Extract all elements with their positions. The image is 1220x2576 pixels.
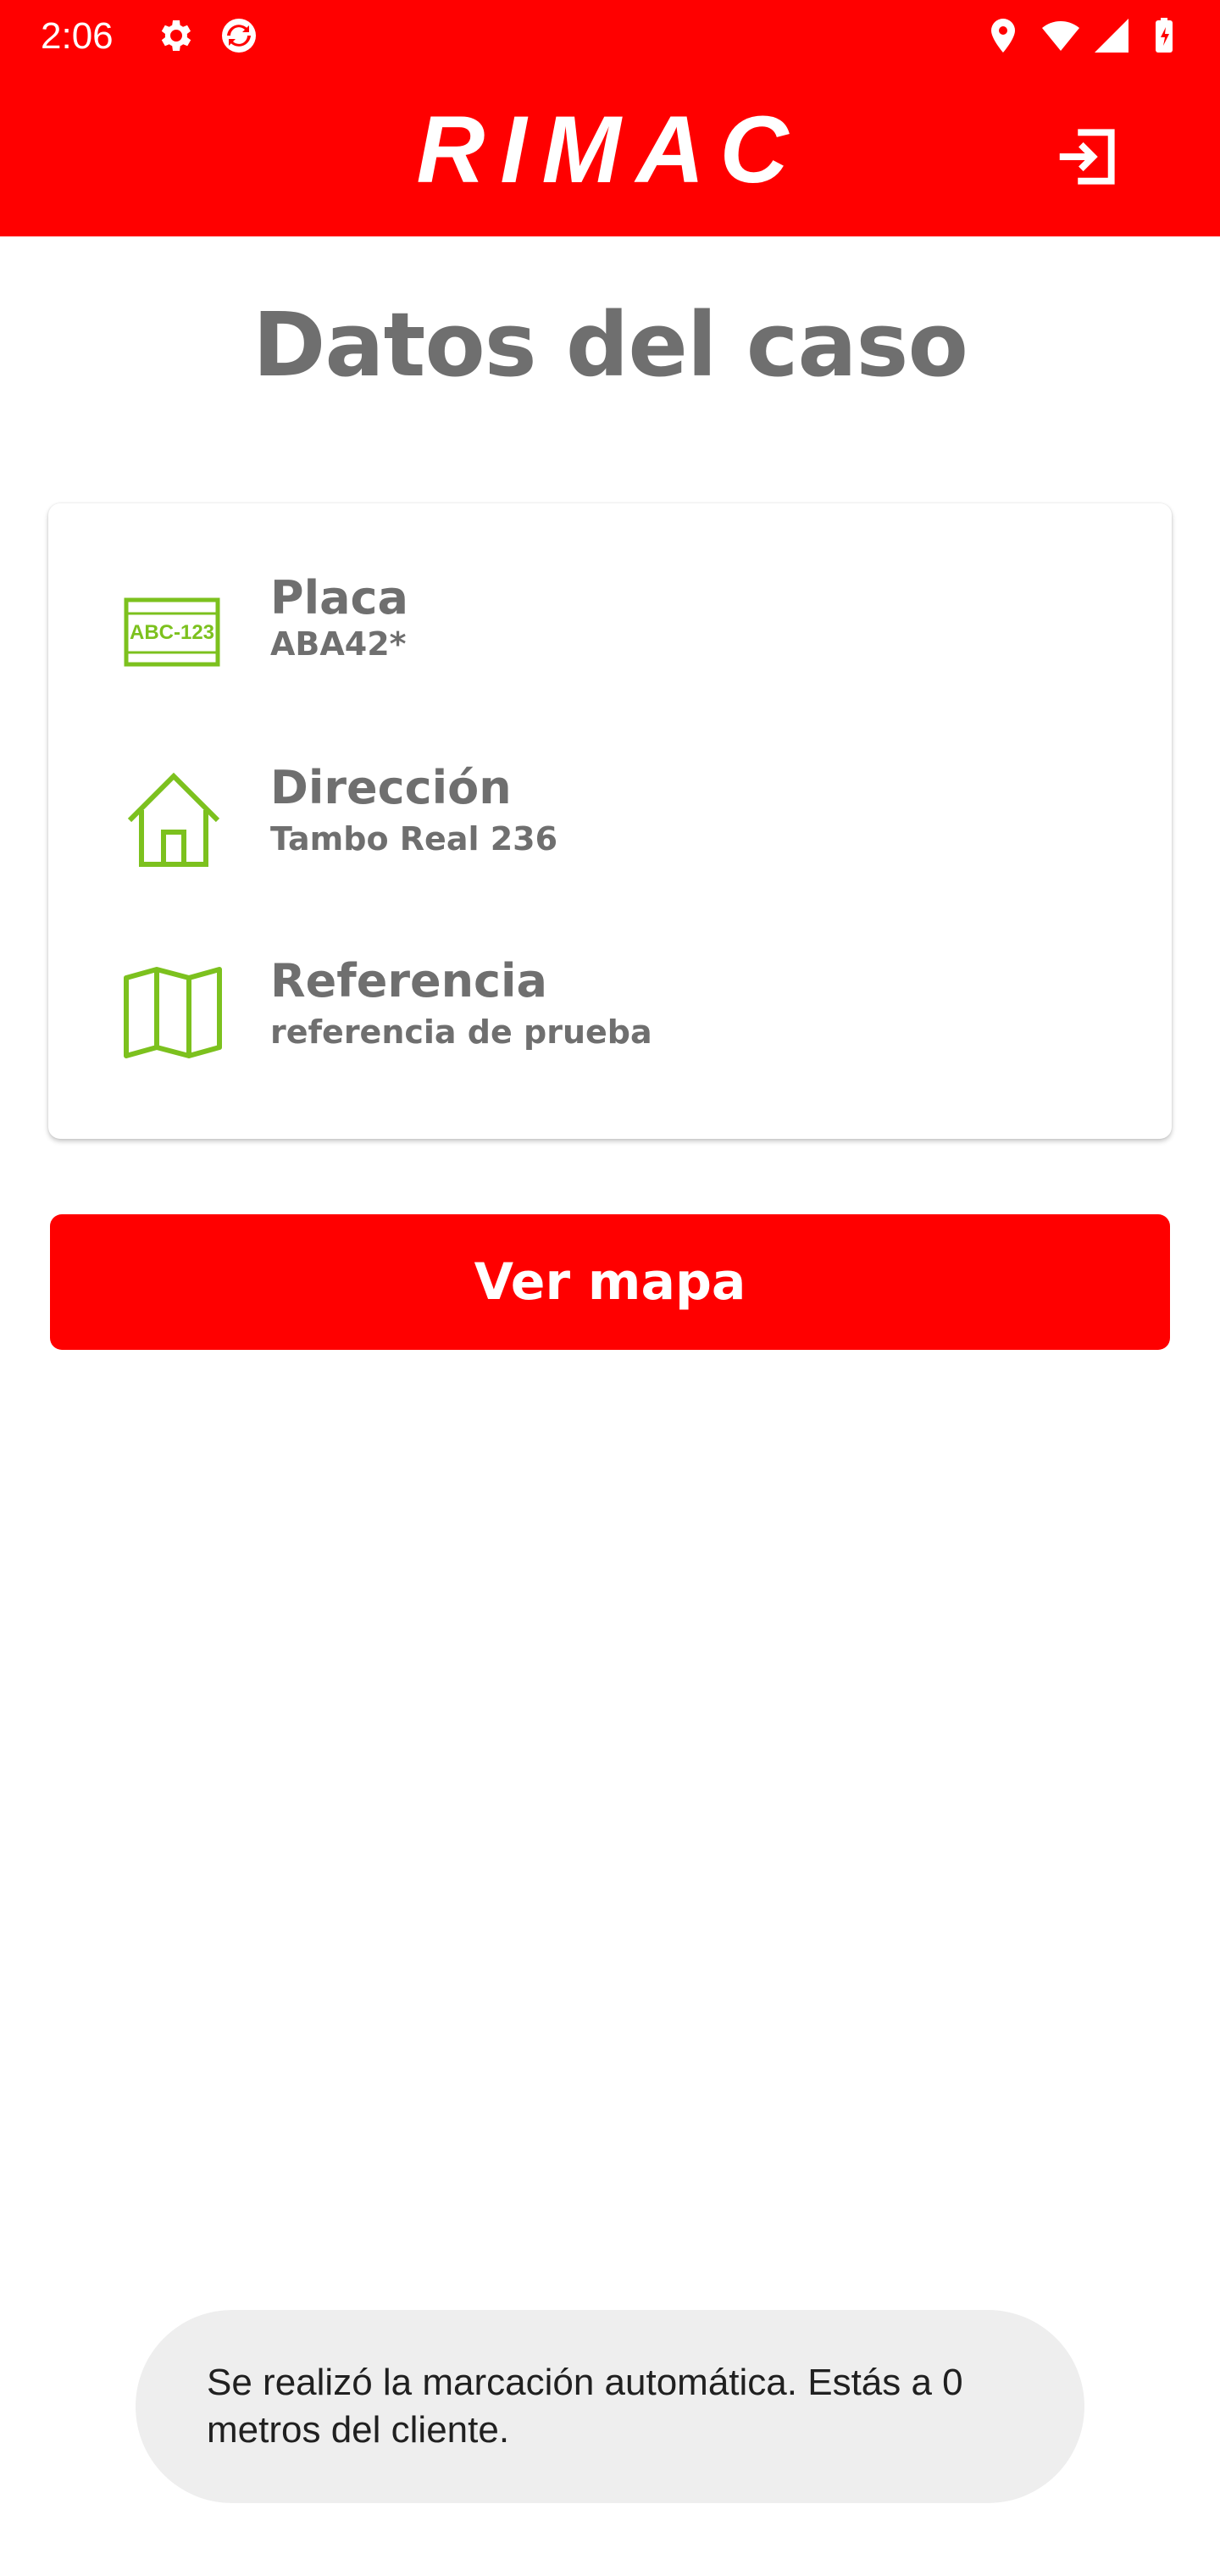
app-header: 2:06 RIMAC <box>0 0 1220 236</box>
settings-icon <box>161 20 191 51</box>
sync-app-icon <box>222 19 256 53</box>
rimac-logo: RIMAC <box>416 97 804 203</box>
svg-text:ABC-123: ABC-123 <box>130 621 214 644</box>
view-map-button[interactable]: Ver mapa <box>50 1214 1170 1350</box>
detail-row-referencia: Referencia referencia de prueba <box>48 954 1172 1107</box>
house-icon <box>127 772 220 867</box>
map-icon <box>124 967 222 1058</box>
placa-label: Placa <box>270 571 408 625</box>
location-icon <box>991 19 1015 53</box>
status-bar: 2:06 <box>0 0 1220 71</box>
license-plate-icon: ABC-123 <box>124 597 220 667</box>
placa-value: ABA42* <box>270 625 407 663</box>
direccion-value: Tambo Real 236 <box>270 820 558 858</box>
signal-icon <box>1095 19 1128 53</box>
wifi-icon <box>1042 21 1079 51</box>
direccion-label: Dirección <box>270 761 512 814</box>
case-details-card: ABC-123 Placa ABA42* Dirección Tambo Rea… <box>48 503 1172 1139</box>
status-time: 2:06 <box>41 15 114 57</box>
battery-icon <box>1156 18 1173 53</box>
toast-message: Se realizó la marcación automática. Está… <box>207 2362 963 2451</box>
logout-icon[interactable] <box>1051 120 1123 193</box>
page-title: Datos del caso <box>252 293 968 397</box>
referencia-value: referencia de prueba <box>270 1013 652 1051</box>
detail-row-placa: ABC-123 Placa ABA42* <box>48 571 1172 724</box>
detail-row-direccion: Dirección Tambo Real 236 <box>48 761 1172 913</box>
referencia-label: Referencia <box>270 954 547 1008</box>
toast-notification: Se realizó la marcación automática. Está… <box>136 2310 1084 2503</box>
